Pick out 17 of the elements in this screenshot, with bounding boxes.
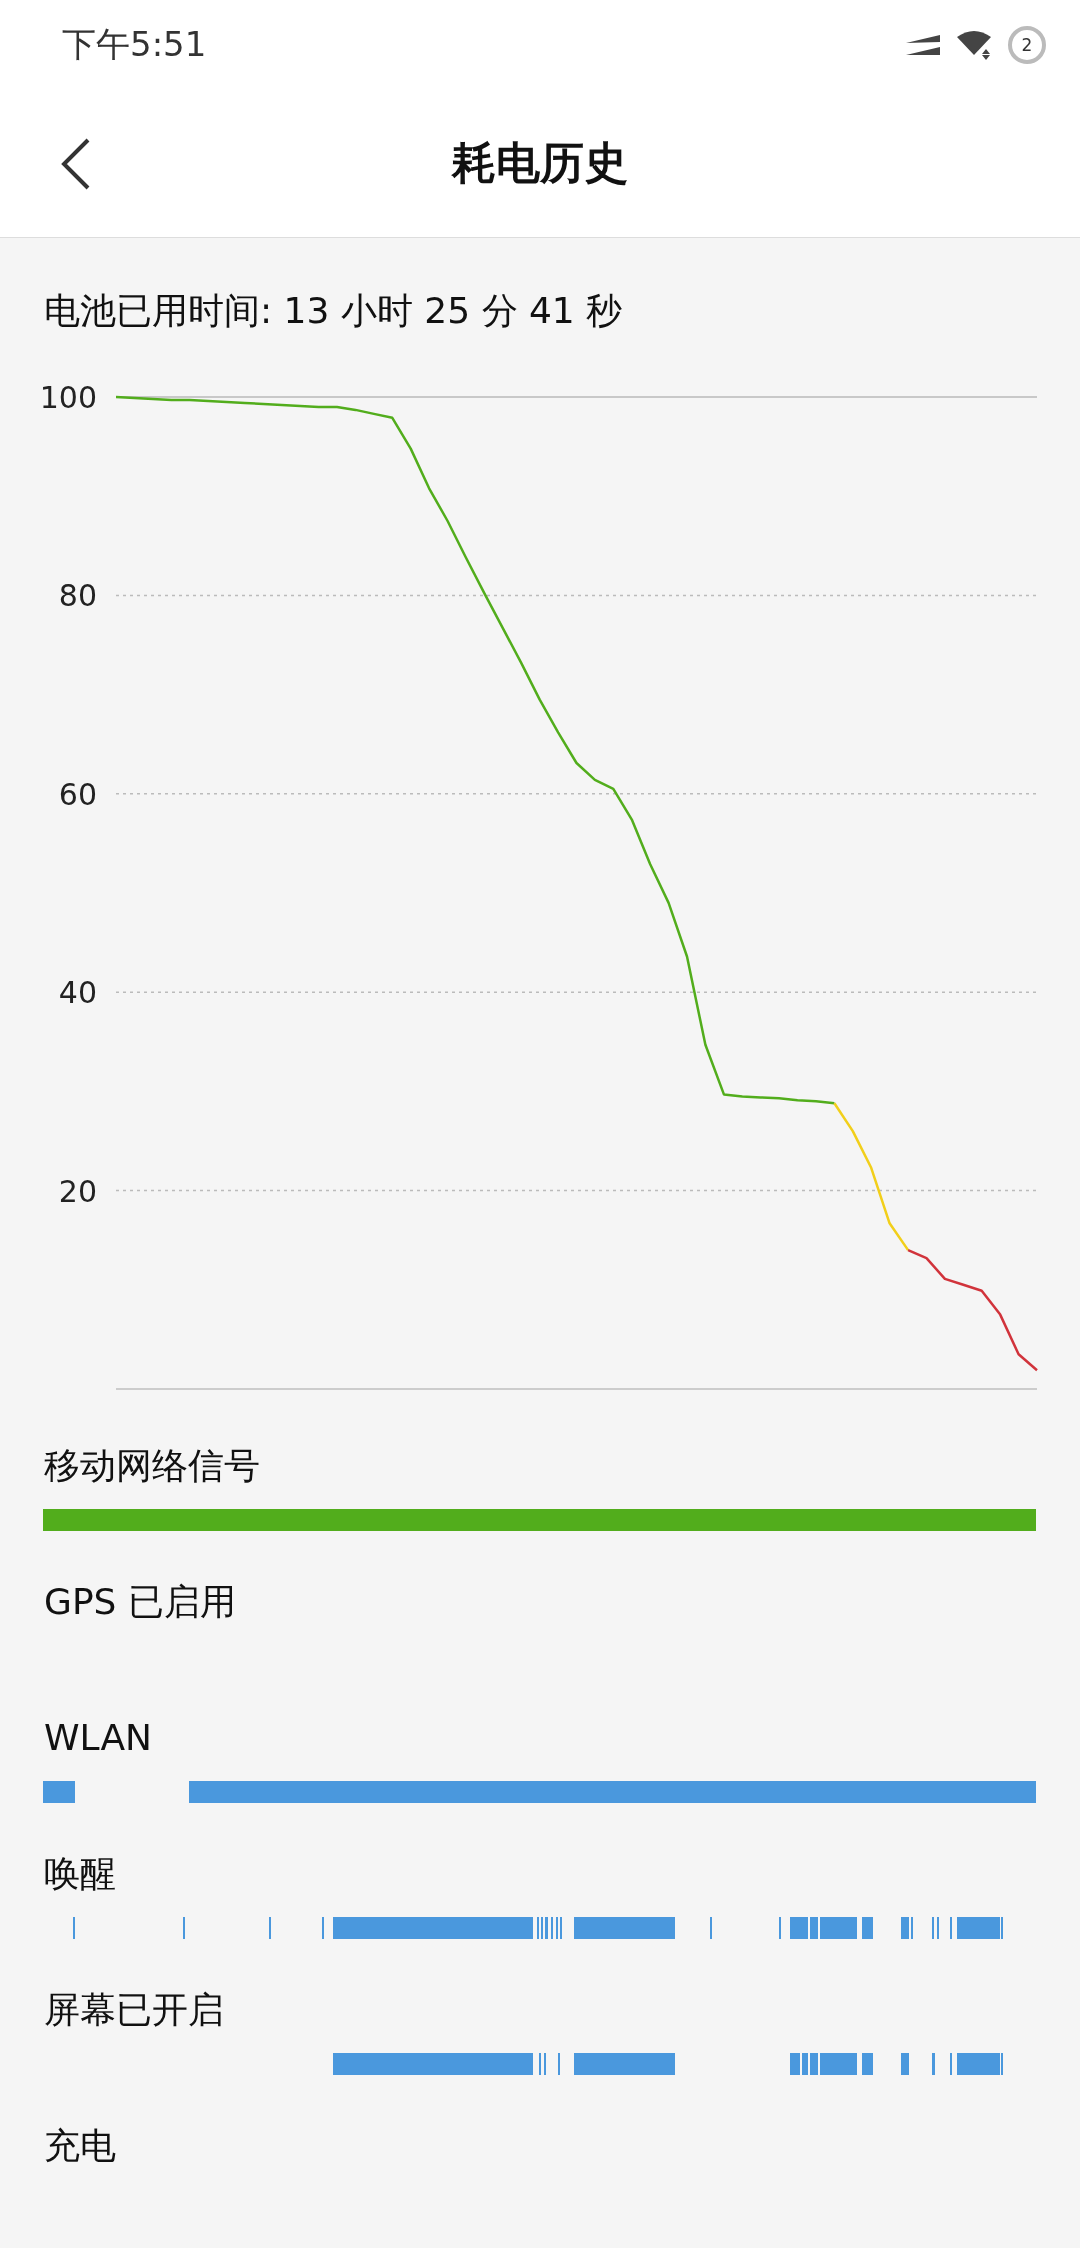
y-axis-label: 60 (58, 776, 97, 812)
track-label: 屏幕已开启 (44, 1988, 225, 2032)
track-label: 移动网络信号 (44, 1444, 261, 1488)
battery-usage-time: 电池已用时间: 13 小时 25 分 41 秒 (44, 290, 623, 331)
signal-icon (906, 33, 942, 57)
notification-badge: 2 (1008, 26, 1046, 64)
y-axis-label: 100 (39, 380, 97, 415)
y-axis-label: 20 (58, 1173, 97, 1209)
track-label: 唤醒 (44, 1852, 117, 1896)
status-time: 下午5:51 (62, 23, 208, 66)
y-axis-label: 40 (58, 975, 97, 1011)
y-axis-label: 80 (58, 578, 97, 614)
track-label: GPS 已启用 (44, 1580, 237, 1624)
page-title: 耗电历史 (452, 136, 628, 190)
wifi-icon (956, 29, 994, 61)
track-label: 充电 (44, 2124, 117, 2168)
track-label: WLAN (44, 1716, 154, 1760)
